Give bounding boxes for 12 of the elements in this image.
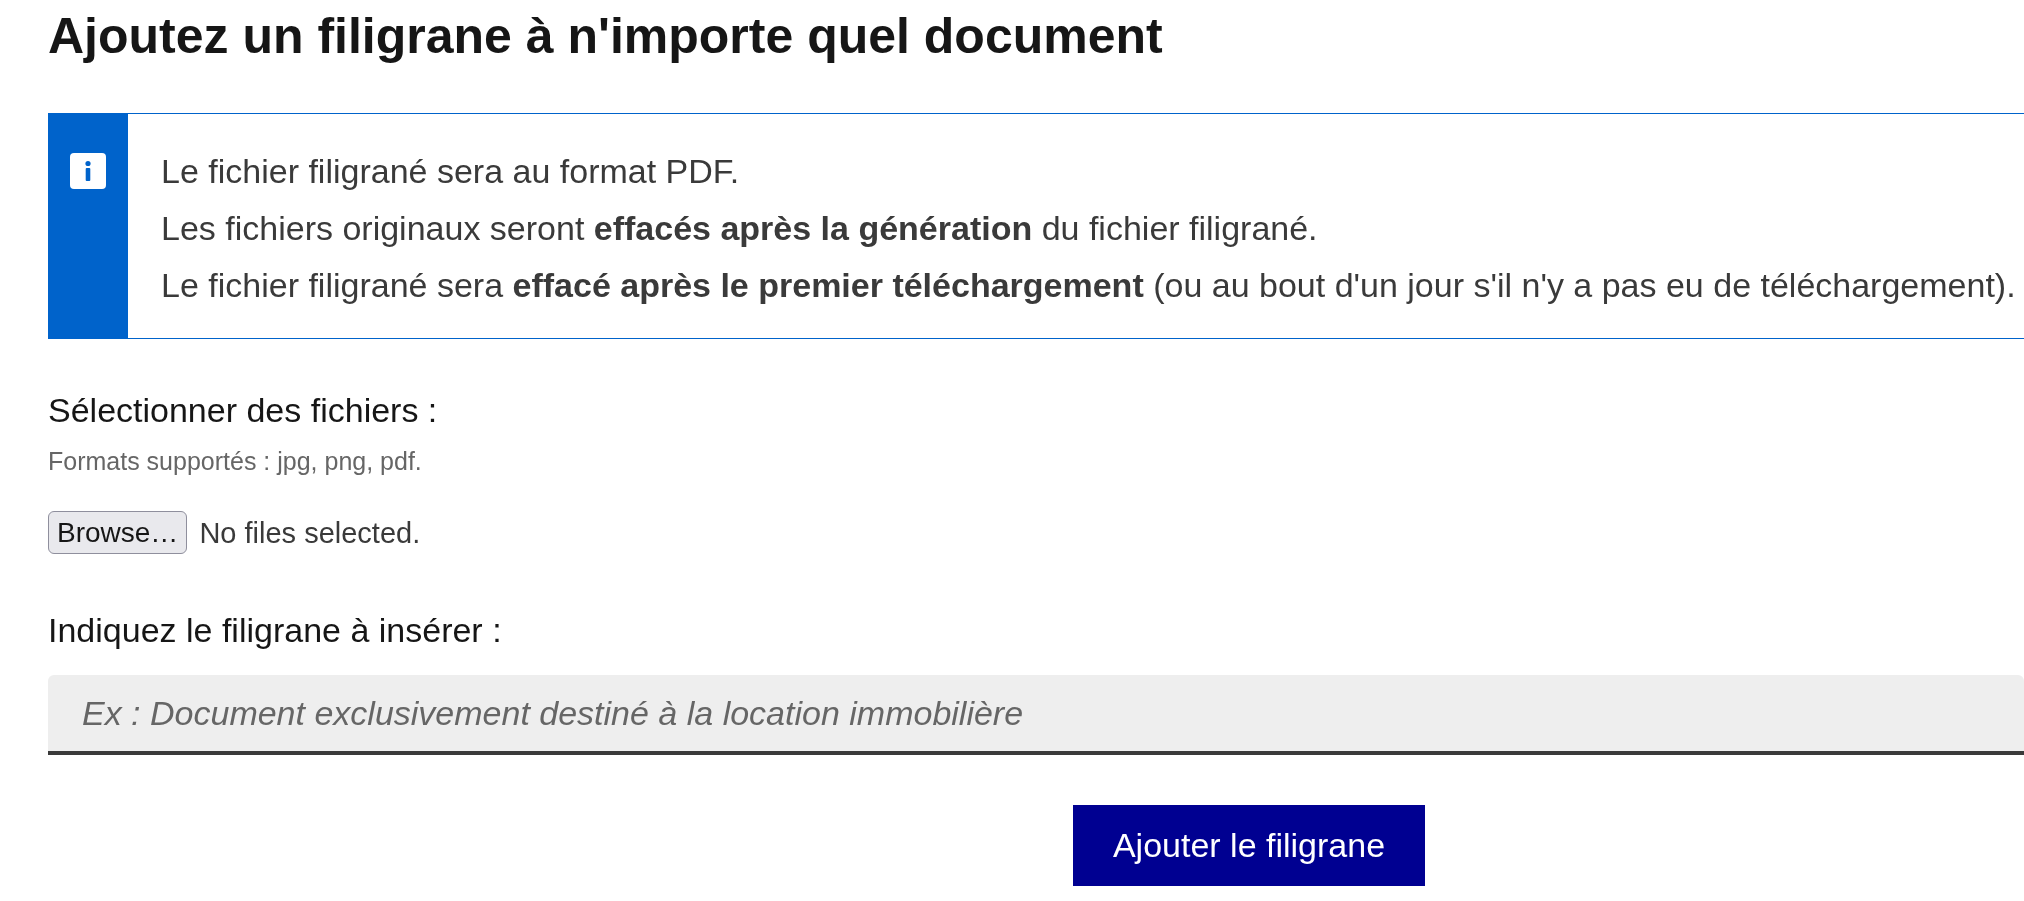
- notice-text: Le fichier filigrané sera effacé après le premier téléchargement (ou au bout d'un jour s'il n'y a pas eu de téléchargement).: [161, 265, 2016, 306]
- submit-button[interactable]: Ajouter le filigrane: [1073, 805, 1425, 886]
- file-select-label: Sélectionner des fichiers :: [48, 390, 438, 430]
- watermark-label: Indiquez le filigrane à insérer :: [48, 610, 502, 650]
- watermark-input[interactable]: Ex : Document exclusivement destiné à la location immobilière: [48, 675, 2024, 755]
- page-title: Ajoutez un filigrane à n'importe quel document: [48, 7, 1163, 65]
- info-icon: [70, 153, 106, 189]
- notice-text: Le fichier filigrané sera au format PDF.: [161, 151, 740, 192]
- browse-button[interactable]: Browse…: [48, 511, 188, 554]
- notice-text: Les fichiers originaux seront effacés après la génération du fichier filigrané.: [161, 208, 1318, 249]
- supported-formats-hint: Formats supportés : jpg, png, pdf.: [48, 446, 422, 477]
- file-status: No files selected.: [199, 515, 421, 551]
